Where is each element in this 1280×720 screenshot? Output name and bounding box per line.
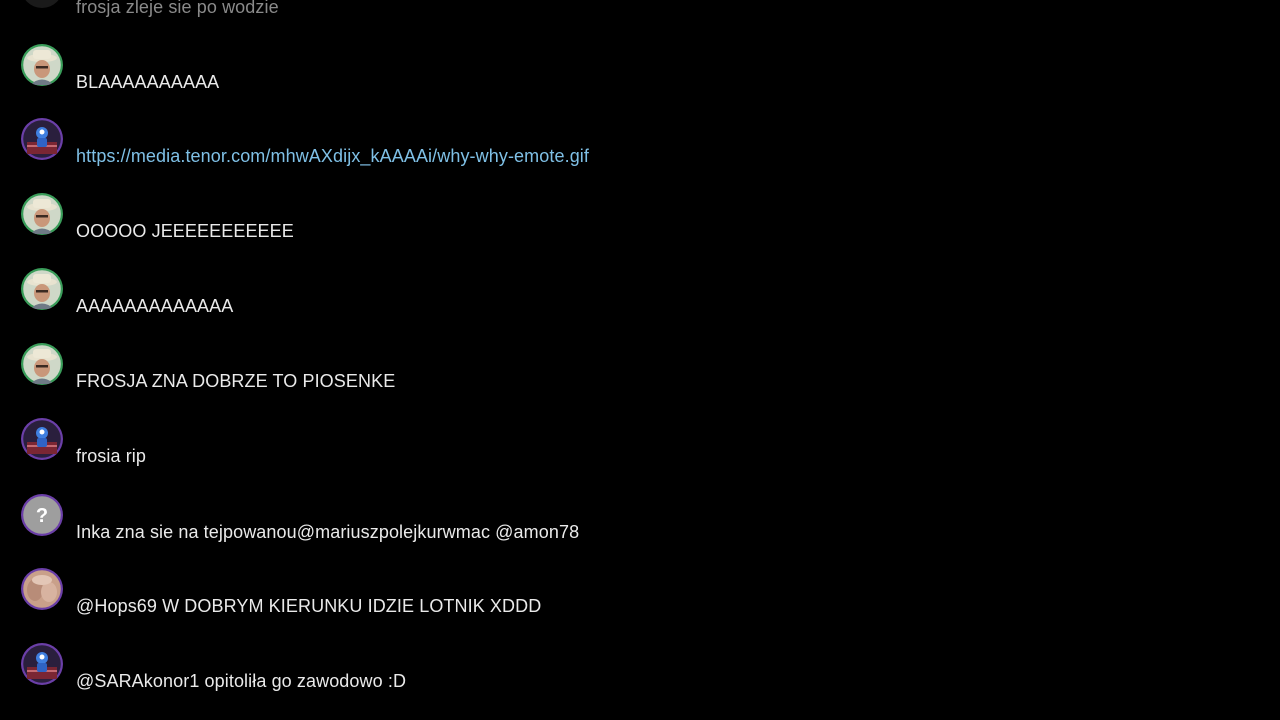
man-with-hat-avatar[interactable] — [21, 343, 63, 385]
chat-message: OOOOO JEEEEEEEEEEE — [0, 193, 1280, 268]
chat-message: BLAAAAAAAAAA — [0, 44, 1280, 119]
chat-message: frosia rip — [0, 418, 1280, 493]
chat-message: @Hops69 W DOBRYM KIERUNKU IDZIE LOTNIK X… — [0, 568, 1280, 643]
chat-feed: frosja zleje sie po wodzie BLAAAAAAAAAA — [0, 0, 1280, 720]
blurred-photo-avatar[interactable] — [21, 568, 63, 610]
blue-character-avatar[interactable] — [21, 118, 63, 160]
chat-message: https://media.tenor.com/mhwAXdijx_kAAAAi… — [0, 118, 1280, 193]
blue-character-avatar[interactable] — [21, 418, 63, 460]
chat-message: FROSJA ZNA DOBRZE TO PIOSENKE — [0, 343, 1280, 418]
message-link[interactable]: https://media.tenor.com/mhwAXdijx_kAAAAi… — [76, 146, 589, 167]
message-text: @Hops69 W DOBRYM KIERUNKU IDZIE LOTNIK X… — [76, 596, 542, 616]
message-text: frosia rip — [76, 446, 147, 466]
chat-message: AAAAAAAAAAAAA — [0, 268, 1280, 343]
message-text: Inka zna sie na tejpowanou@mariuszpolejk… — [76, 522, 580, 542]
man-with-hat-avatar[interactable] — [21, 268, 63, 310]
message-text: frosja zleje sie po wodzie — [76, 0, 279, 17]
partial-avatar[interactable] — [21, 0, 63, 8]
blue-character-avatar[interactable] — [21, 643, 63, 685]
man-with-hat-avatar[interactable] — [21, 193, 63, 235]
message-text: BLAAAAAAAAAA — [76, 72, 220, 92]
chat-message: ? Inka zna sie na tejpowanou@mariuszpole… — [0, 494, 1280, 569]
message-text: OOOOO JEEEEEEEEEEE — [76, 221, 294, 241]
message-text: AAAAAAAAAAAAA — [76, 296, 234, 316]
man-with-hat-avatar[interactable] — [21, 44, 63, 86]
chat-message: @SARAkonor1 opitoliła go zawodowo :D — [0, 643, 1280, 718]
svg-text:?: ? — [36, 505, 48, 527]
message-text: @SARAkonor1 opitoliła go zawodowo :D — [76, 671, 407, 691]
question-mark-avatar[interactable]: ? — [21, 494, 63, 536]
message-text: FROSJA ZNA DOBRZE TO PIOSENKE — [76, 371, 396, 391]
chat-message: frosja zleje sie po wodzie — [0, 0, 1280, 41]
